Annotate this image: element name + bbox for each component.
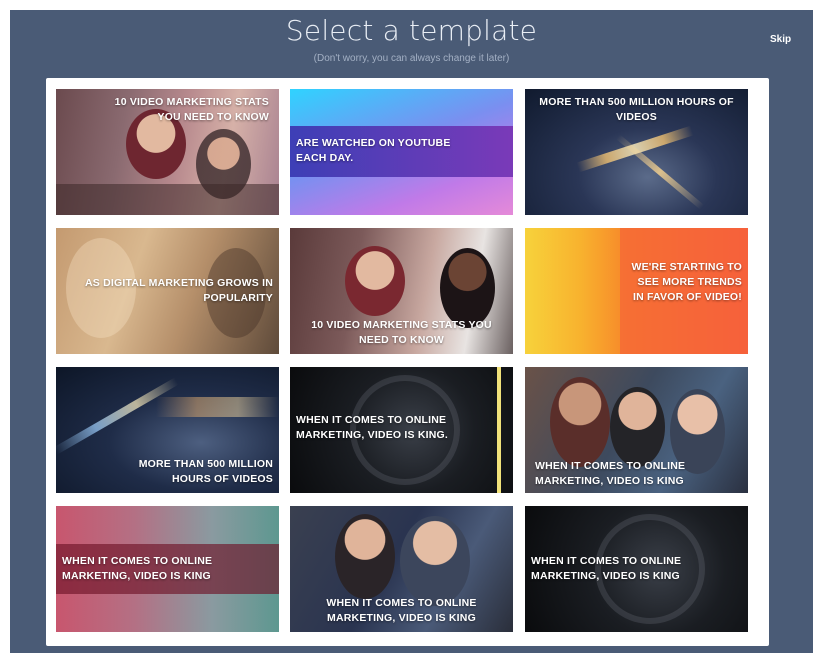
person-figure (345, 246, 405, 316)
template-caption: WHEN IT COMES TO ONLINE MARKETING, VIDEO… (296, 414, 449, 441)
template-card[interactable]: WHEN IT COMES TO ONLINE MARKETING, VIDEO… (290, 367, 513, 493)
template-caption: WE'RE STARTING TO SEE MORE TRENDS IN FAV… (631, 261, 742, 303)
city-lights (156, 397, 279, 417)
template-card[interactable]: MORE THAN 500 MILLION HOURS OF VIDEOS (56, 367, 279, 493)
template-caption: WHEN IT COMES TO ONLINE MARKETING, VIDEO… (531, 555, 682, 582)
table-surface (56, 184, 279, 215)
person-figure (440, 248, 495, 328)
template-picker-screen: Select a template (Don't worry, you can … (10, 10, 813, 653)
template-card[interactable]: MORE THAN 500 MILLION HOURS OF VIDEOS (525, 89, 748, 215)
template-caption: 10 VIDEO MARKETING STATS YOU NEED TO KNO… (311, 319, 492, 346)
person-figure (400, 516, 470, 606)
template-caption: MORE THAN 500 MILLION HOURS OF VIDEOS (138, 458, 273, 485)
template-caption: 10 VIDEO MARKETING STATS YOU NEED TO KNO… (114, 96, 269, 123)
template-card[interactable]: AS DIGITAL MARKETING GROWS IN POPULARITY (56, 228, 279, 354)
template-card[interactable]: WHEN IT COMES TO ONLINE MARKETING, VIDEO… (525, 367, 748, 493)
page-title: Select a template (285, 14, 538, 47)
template-caption: WHEN IT COMES TO ONLINE MARKETING, VIDEO… (62, 555, 213, 582)
template-card[interactable]: WHEN IT COMES TO ONLINE MARKETING, VIDEO… (525, 506, 748, 632)
person-figure (610, 387, 665, 467)
page-subtitle: (Don't worry, you can always change it l… (313, 53, 510, 64)
template-caption: AS DIGITAL MARKETING GROWS IN POPULARITY (85, 277, 273, 304)
template-caption: WHEN IT COMES TO ONLINE MARKETING, VIDEO… (326, 597, 477, 624)
template-grid: 10 VIDEO MARKETING STATS YOU NEED TO KNO… (46, 78, 769, 646)
template-card[interactable]: WHEN IT COMES TO ONLINE MARKETING, VIDEO… (56, 506, 279, 632)
template-card[interactable]: WE'RE STARTING TO SEE MORE TRENDS IN FAV… (525, 228, 748, 354)
template-caption: ARE WATCHED ON YOUTUBE EACH DAY. (296, 137, 451, 164)
skip-button[interactable]: Skip (770, 34, 791, 45)
template-caption: WHEN IT COMES TO ONLINE MARKETING, VIDEO… (535, 460, 686, 487)
template-card[interactable]: WHEN IT COMES TO ONLINE MARKETING, VIDEO… (290, 506, 513, 632)
template-caption: MORE THAN 500 MILLION HOURS OF VIDEOS (539, 96, 734, 123)
template-card[interactable]: 10 VIDEO MARKETING STATS YOU NEED TO KNO… (56, 89, 279, 215)
template-card[interactable]: ARE WATCHED ON YOUTUBE EACH DAY. (290, 89, 513, 215)
accent-stripe (497, 367, 501, 493)
person-figure (335, 514, 395, 599)
template-card[interactable]: 10 VIDEO MARKETING STATS YOU NEED TO KNO… (290, 228, 513, 354)
person-figure (550, 377, 610, 467)
